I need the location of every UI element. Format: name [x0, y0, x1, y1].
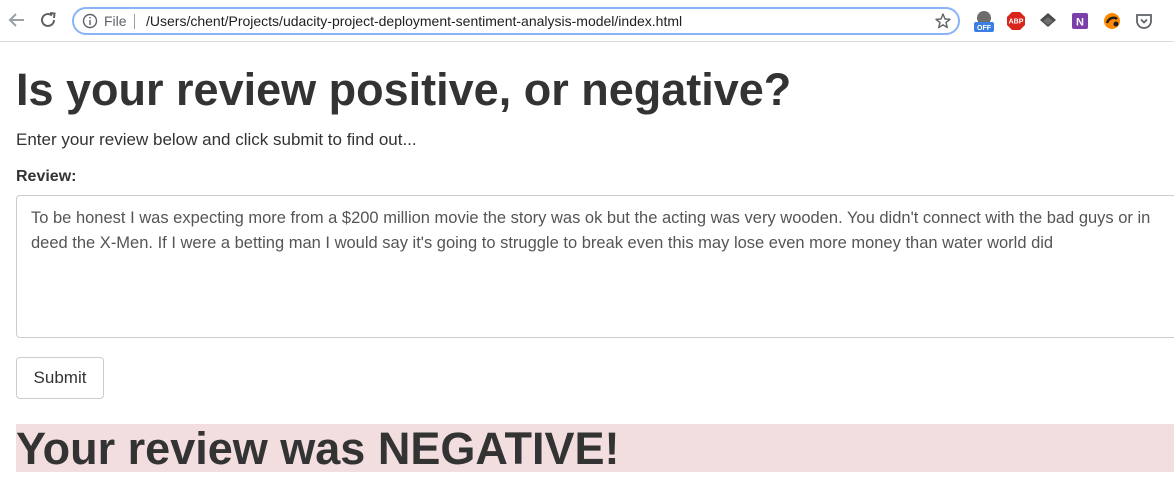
browser-toolbar: File /Users/chent/Projects/udacity-proje… — [0, 0, 1174, 42]
bookmark-star-icon[interactable] — [934, 12, 952, 30]
address-bar[interactable]: File /Users/chent/Projects/udacity-proje… — [72, 7, 960, 35]
result-banner: Your review was NEGATIVE! — [16, 423, 1174, 474]
result-text: Your review was NEGATIVE! — [16, 423, 620, 474]
pocket-icon[interactable] — [1133, 10, 1155, 32]
reload-icon[interactable] — [37, 9, 59, 31]
url-text[interactable]: /Users/chent/Projects/udacity-project-de… — [146, 13, 682, 29]
back-arrow-icon[interactable] — [6, 9, 28, 31]
file-label: File — [104, 13, 127, 29]
adblock-plus-icon[interactable]: ABP — [1005, 10, 1027, 32]
instructions-text: Enter your review below and click submit… — [16, 130, 417, 149]
onenote-badge: N — [1076, 17, 1084, 29]
page-title: Is your review positive, or negative? — [16, 64, 792, 115]
off-badge: OFF — [977, 25, 992, 32]
submit-button[interactable]: Submit — [16, 357, 104, 399]
onenote-icon[interactable]: N — [1069, 10, 1091, 32]
layers-extension-icon[interactable] — [1037, 10, 1059, 32]
sync-extension-icon[interactable] — [1101, 10, 1123, 32]
off-extension-icon[interactable]: OFF — [973, 10, 995, 32]
info-icon[interactable] — [82, 13, 98, 29]
address-divider — [134, 14, 135, 29]
review-textarea[interactable]: To be honest I was expecting more from a… — [16, 195, 1174, 338]
abp-badge: ABP — [1009, 19, 1024, 26]
review-label: Review: — [16, 168, 77, 185]
